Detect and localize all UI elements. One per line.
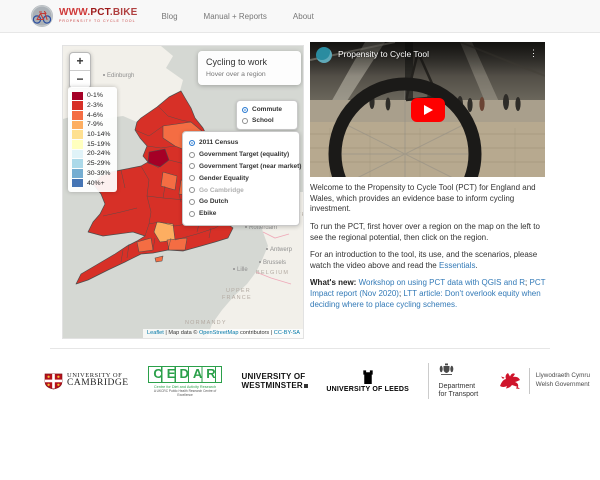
partner-logos: UNIVERSITY OF CAMBRIDGE CEDAR Centre for…	[44, 357, 590, 405]
radio-gov-target-equality[interactable]: Government Target (equality)	[189, 149, 295, 161]
radio-icon	[189, 199, 195, 205]
map-legend: 0-1% 2-3% 4-6% 7-9% 10-14% 15-19% 20-24%…	[68, 87, 117, 192]
intro-paragraph: For an introduction to the tool, its use…	[310, 250, 550, 271]
info-panel-subtitle: Hover over a region	[206, 71, 294, 78]
logo-university-of-westminster[interactable]: UNIVERSITY OF WESTMINSTER	[242, 372, 308, 390]
radio-gender-equality[interactable]: Gender Equality	[189, 172, 295, 184]
westminster-square-icon	[304, 384, 308, 388]
legend-row: 4-6%	[72, 110, 110, 120]
legend-swatch	[72, 130, 83, 139]
radio-go-cambridge: Go Cambridge	[189, 184, 295, 196]
legend-swatch	[72, 111, 83, 120]
logo-text: WWW.PCT.BIKE PROPENSITY TO CYCLE TOOL	[59, 8, 138, 24]
welcome-paragraph: Welcome to the Propensity to Cycle Tool …	[310, 183, 550, 215]
radio-icon	[189, 163, 195, 169]
radio-commute[interactable]: Commute	[242, 104, 292, 115]
zoom-out-button[interactable]: −	[70, 70, 90, 88]
site-logo-link[interactable]: WWW.PCT.BIKE PROPENSITY TO CYCLE TOOL	[30, 4, 138, 28]
legend-row: 40%+	[72, 178, 110, 188]
radio-go-dutch[interactable]: Go Dutch	[189, 196, 295, 208]
dft-crest-icon	[439, 363, 454, 376]
legend-row: 30-39%	[72, 169, 110, 179]
legend-row: 2-3%	[72, 101, 110, 111]
essentials-link[interactable]: Essentials	[439, 261, 475, 270]
radio-icon	[189, 140, 195, 146]
info-panel-title: Cycling to work	[206, 57, 294, 67]
channel-avatar[interactable]	[316, 47, 332, 63]
nav-blog[interactable]: Blog	[162, 12, 178, 21]
radio-2011-census[interactable]: 2011 Census	[189, 137, 295, 149]
video-menu-icon[interactable]: ⋮	[529, 49, 538, 58]
leaflet-link[interactable]: Leaflet	[147, 330, 164, 336]
scenario-selector: 2011 Census Government Target (equality)…	[182, 131, 300, 226]
legend-row: 7-9%	[72, 120, 110, 130]
whats-new-paragraph: What's new: Workshop on using PCT data w…	[310, 278, 550, 310]
legend-row: 25-29%	[72, 159, 110, 169]
howto-paragraph: To run the PCT, first hover over a regio…	[310, 222, 550, 243]
zoom-in-button[interactable]: +	[70, 53, 90, 70]
play-button[interactable]	[411, 98, 445, 122]
radio-icon	[189, 211, 195, 217]
map-attribution: Leaflet | Map data © OpenStreetMap contr…	[143, 329, 303, 338]
legend-swatch	[72, 101, 83, 110]
radio-icon	[189, 152, 195, 158]
radio-gov-target-near-market[interactable]: Government Target (near market)	[189, 161, 295, 173]
logo-cedar[interactable]: CEDAR Centre for Diet and Activity Resea…	[147, 365, 223, 397]
logo-university-of-leeds[interactable]: UNIVERSITY OF LEEDS	[326, 369, 409, 393]
radio-icon	[189, 175, 195, 181]
legend-row: 10-14%	[72, 130, 110, 140]
youtube-video-embed[interactable]: Propensity to Cycle Tool ⋮	[310, 42, 545, 177]
play-icon	[424, 105, 433, 115]
purpose-toggle: Commute School	[236, 100, 298, 130]
intro-text: Welcome to the Propensity to Cycle Tool …	[310, 183, 550, 317]
video-title[interactable]: Propensity to Cycle Tool	[338, 49, 429, 59]
site-header: WWW.PCT.BIKE PROPENSITY TO CYCLE TOOL Bl…	[0, 0, 600, 33]
map-info-panel: Cycling to work Hover over a region	[198, 51, 301, 85]
welsh-wordmark: Llywodraeth Cymru Welsh Government	[536, 372, 590, 390]
radio-icon	[189, 187, 195, 193]
logo-www: WWW.	[59, 7, 90, 18]
main-nav: Blog Manual + Reports About	[162, 12, 314, 21]
radio-school[interactable]: School	[242, 115, 292, 126]
dft-wordmark: Department for Transport	[439, 383, 479, 400]
footer-divider	[50, 348, 550, 349]
region-map[interactable]: Edinburgh NETHERLANDS The Hague Rotterda…	[62, 45, 304, 339]
legend-swatch	[72, 159, 83, 168]
logo-bike: .BIKE	[110, 7, 138, 18]
logo-department-for-transport[interactable]: Department for Transport	[428, 363, 479, 400]
legend-swatch	[72, 169, 83, 178]
cedar-wordmark: CEDAR	[148, 366, 221, 382]
pct-homepage: WWW.PCT.BIKE PROPENSITY TO CYCLE TOOL Bl…	[0, 0, 600, 480]
welsh-divider	[529, 368, 530, 394]
logo-university-of-cambridge[interactable]: UNIVERSITY OF CAMBRIDGE	[44, 373, 129, 390]
legend-swatch	[72, 92, 83, 101]
logo-title: WWW.PCT.BIKE	[59, 8, 138, 18]
radio-icon	[242, 107, 248, 113]
license-link[interactable]: CC-BY-SA	[274, 330, 300, 336]
legend-swatch	[72, 121, 83, 130]
legend-swatch	[72, 179, 83, 188]
map-zoom-control: + −	[69, 52, 91, 89]
whats-new-label: What's new:	[310, 278, 356, 287]
logo-welsh-government[interactable]: Llywodraeth Cymru Welsh Government	[497, 368, 590, 394]
legend-row: 20-24%	[72, 149, 110, 159]
welsh-dragon-icon	[497, 370, 523, 392]
leeds-tower-icon	[362, 369, 374, 384]
cambridge-shield-icon	[44, 373, 63, 390]
logo-pct: PCT	[90, 7, 110, 18]
workshop-link[interactable]: Workshop on using PCT data with QGIS and…	[359, 278, 525, 287]
legend-swatch	[72, 140, 83, 149]
video-title-bar: Propensity to Cycle Tool ⋮	[310, 42, 545, 76]
bicycle-logo-icon	[30, 4, 54, 28]
logo-tagline: PROPENSITY TO CYCLE TOOL	[59, 20, 138, 24]
legend-row: 15-19%	[72, 139, 110, 149]
nav-manual-reports[interactable]: Manual + Reports	[204, 12, 267, 21]
radio-icon	[242, 118, 248, 124]
legend-row: 0-1%	[72, 91, 110, 101]
radio-ebike[interactable]: Ebike	[189, 208, 295, 220]
legend-swatch	[72, 150, 83, 159]
nav-about[interactable]: About	[293, 12, 314, 21]
cambridge-wordmark: UNIVERSITY OF CAMBRIDGE	[67, 373, 129, 390]
osm-link[interactable]: OpenStreetMap	[199, 330, 239, 336]
